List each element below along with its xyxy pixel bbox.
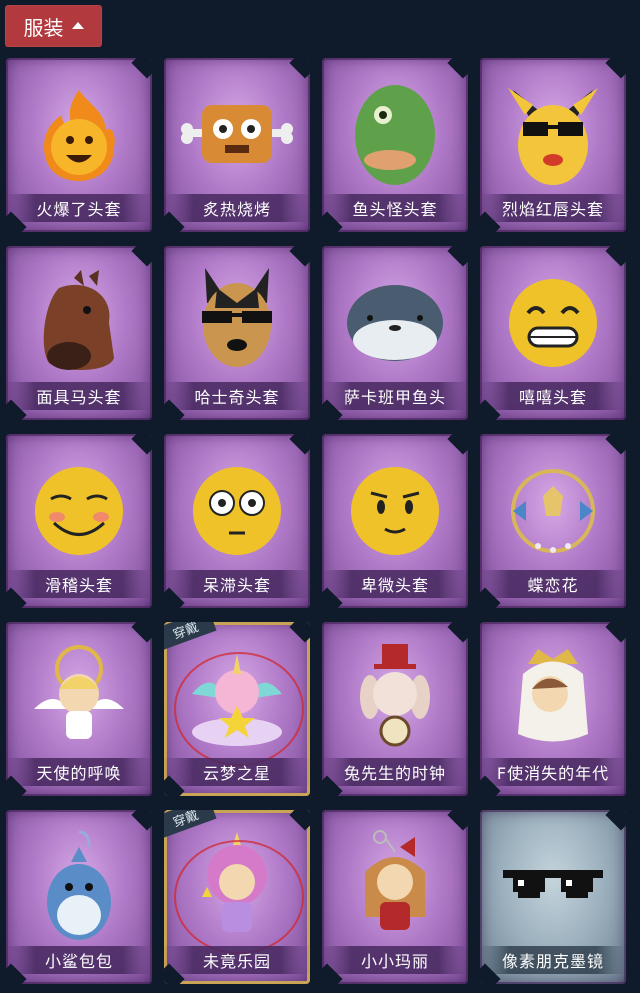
costume-label: 小小玛丽 [322, 946, 468, 974]
costume-label: 滑稽头套 [6, 570, 152, 598]
section-title: 服装 [23, 15, 64, 40]
veiled-girl-doll-icon [480, 640, 626, 758]
costume-label: 卑微头套 [322, 570, 468, 598]
fire-mask-icon [6, 76, 152, 194]
costume-card[interactable]: 天使的呼唤 [6, 622, 152, 796]
humble-emoji-icon [322, 452, 468, 570]
bbq-block-icon [164, 76, 310, 194]
costume-label: 嘻嘻头套 [480, 382, 626, 410]
butterfly-bell-wreath-icon [480, 452, 626, 570]
costume-card[interactable]: 萨卡班甲鱼头 [322, 246, 468, 420]
costume-label: 面具马头套 [6, 382, 152, 410]
equipped-ring [174, 652, 304, 766]
costume-card[interactable]: 滑稽头套 [6, 434, 152, 608]
rabbit-clock-icon [322, 640, 468, 758]
costume-label: 兔先生的时钟 [322, 758, 468, 786]
chevron-up-icon [71, 21, 84, 29]
mary-doll-keychain-icon [322, 828, 468, 946]
costume-card[interactable]: 炙热烧烤 [164, 58, 310, 232]
pixel-sunglasses-icon [480, 828, 626, 946]
costume-card[interactable]: 鱼头怪头套 [322, 58, 468, 232]
costume-label: 未竟乐园 [164, 946, 310, 974]
costume-label: 火爆了头套 [6, 194, 152, 222]
costume-section-header[interactable]: 服装 [5, 5, 102, 47]
husky-mask-icon [164, 264, 310, 382]
fish-head-mask-icon [322, 76, 468, 194]
costume-card[interactable]: 小鲨包包 [6, 810, 152, 984]
costume-card[interactable]: 穿戴 未竟乐园 [164, 810, 310, 984]
shark-bag-icon [6, 828, 152, 946]
costume-label: 天使的呼唤 [6, 758, 152, 786]
costume-label: 呆滞头套 [164, 570, 310, 598]
costume-card[interactable]: F使消失的年代 [480, 622, 626, 796]
costume-label: 哈士奇头套 [164, 382, 310, 410]
costume-card[interactable]: 嘻嘻头套 [480, 246, 626, 420]
dazed-emoji-icon [164, 452, 310, 570]
equipped-ring [174, 840, 304, 954]
costume-label: 蝶恋花 [480, 570, 626, 598]
yellow-mask-sunglasses-icon [480, 76, 626, 194]
costume-label: 小鲨包包 [6, 946, 152, 974]
costume-card[interactable]: 蝶恋花 [480, 434, 626, 608]
costume-label: 炙热烧烤 [164, 194, 310, 222]
horse-mask-icon [6, 264, 152, 382]
costume-card[interactable]: 兔先生的时钟 [322, 622, 468, 796]
costume-label: 萨卡班甲鱼头 [322, 382, 468, 410]
costume-card[interactable]: 像素朋克墨镜 [480, 810, 626, 984]
costume-label: F使消失的年代 [480, 758, 626, 786]
costume-card[interactable]: 呆滞头套 [164, 434, 310, 608]
costume-card[interactable]: 穿戴 云梦之星 [164, 622, 310, 796]
angel-doll-icon [6, 640, 152, 758]
costume-label: 鱼头怪头套 [322, 194, 468, 222]
costume-card[interactable]: 哈士奇头套 [164, 246, 310, 420]
costume-card[interactable]: 小小玛丽 [322, 810, 468, 984]
costume-label: 烈焰红唇头套 [480, 194, 626, 222]
grin-emoji-icon [480, 264, 626, 382]
funny-emoji-icon [6, 452, 152, 570]
costume-card[interactable]: 卑微头套 [322, 434, 468, 608]
costume-card[interactable]: 烈焰红唇头套 [480, 58, 626, 232]
costume-card[interactable]: 火爆了头套 [6, 58, 152, 232]
costume-label: 像素朋克墨镜 [480, 946, 626, 974]
sacabambaspis-head-icon [322, 264, 468, 382]
costume-label: 云梦之星 [164, 758, 310, 786]
costume-card[interactable]: 面具马头套 [6, 246, 152, 420]
